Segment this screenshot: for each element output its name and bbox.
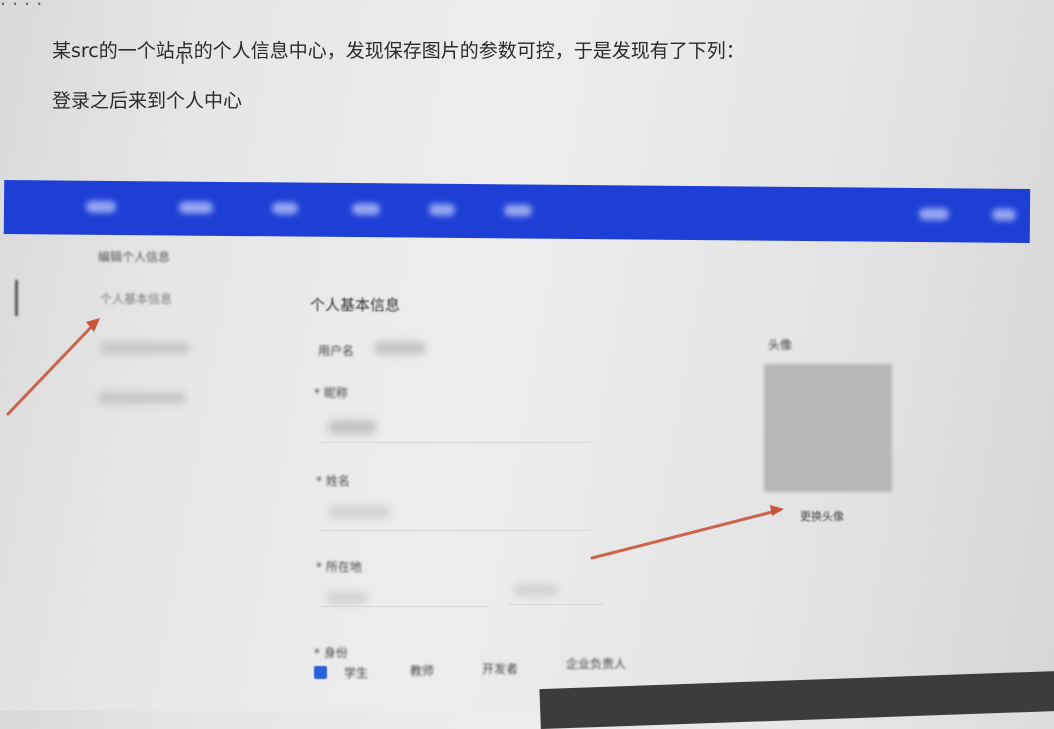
arrow-head-icon [770, 505, 784, 516]
annotation-arrows [6, 318, 784, 560]
arrow-to-change-avatar [590, 508, 782, 560]
arrow-to-basic-info [6, 320, 98, 416]
